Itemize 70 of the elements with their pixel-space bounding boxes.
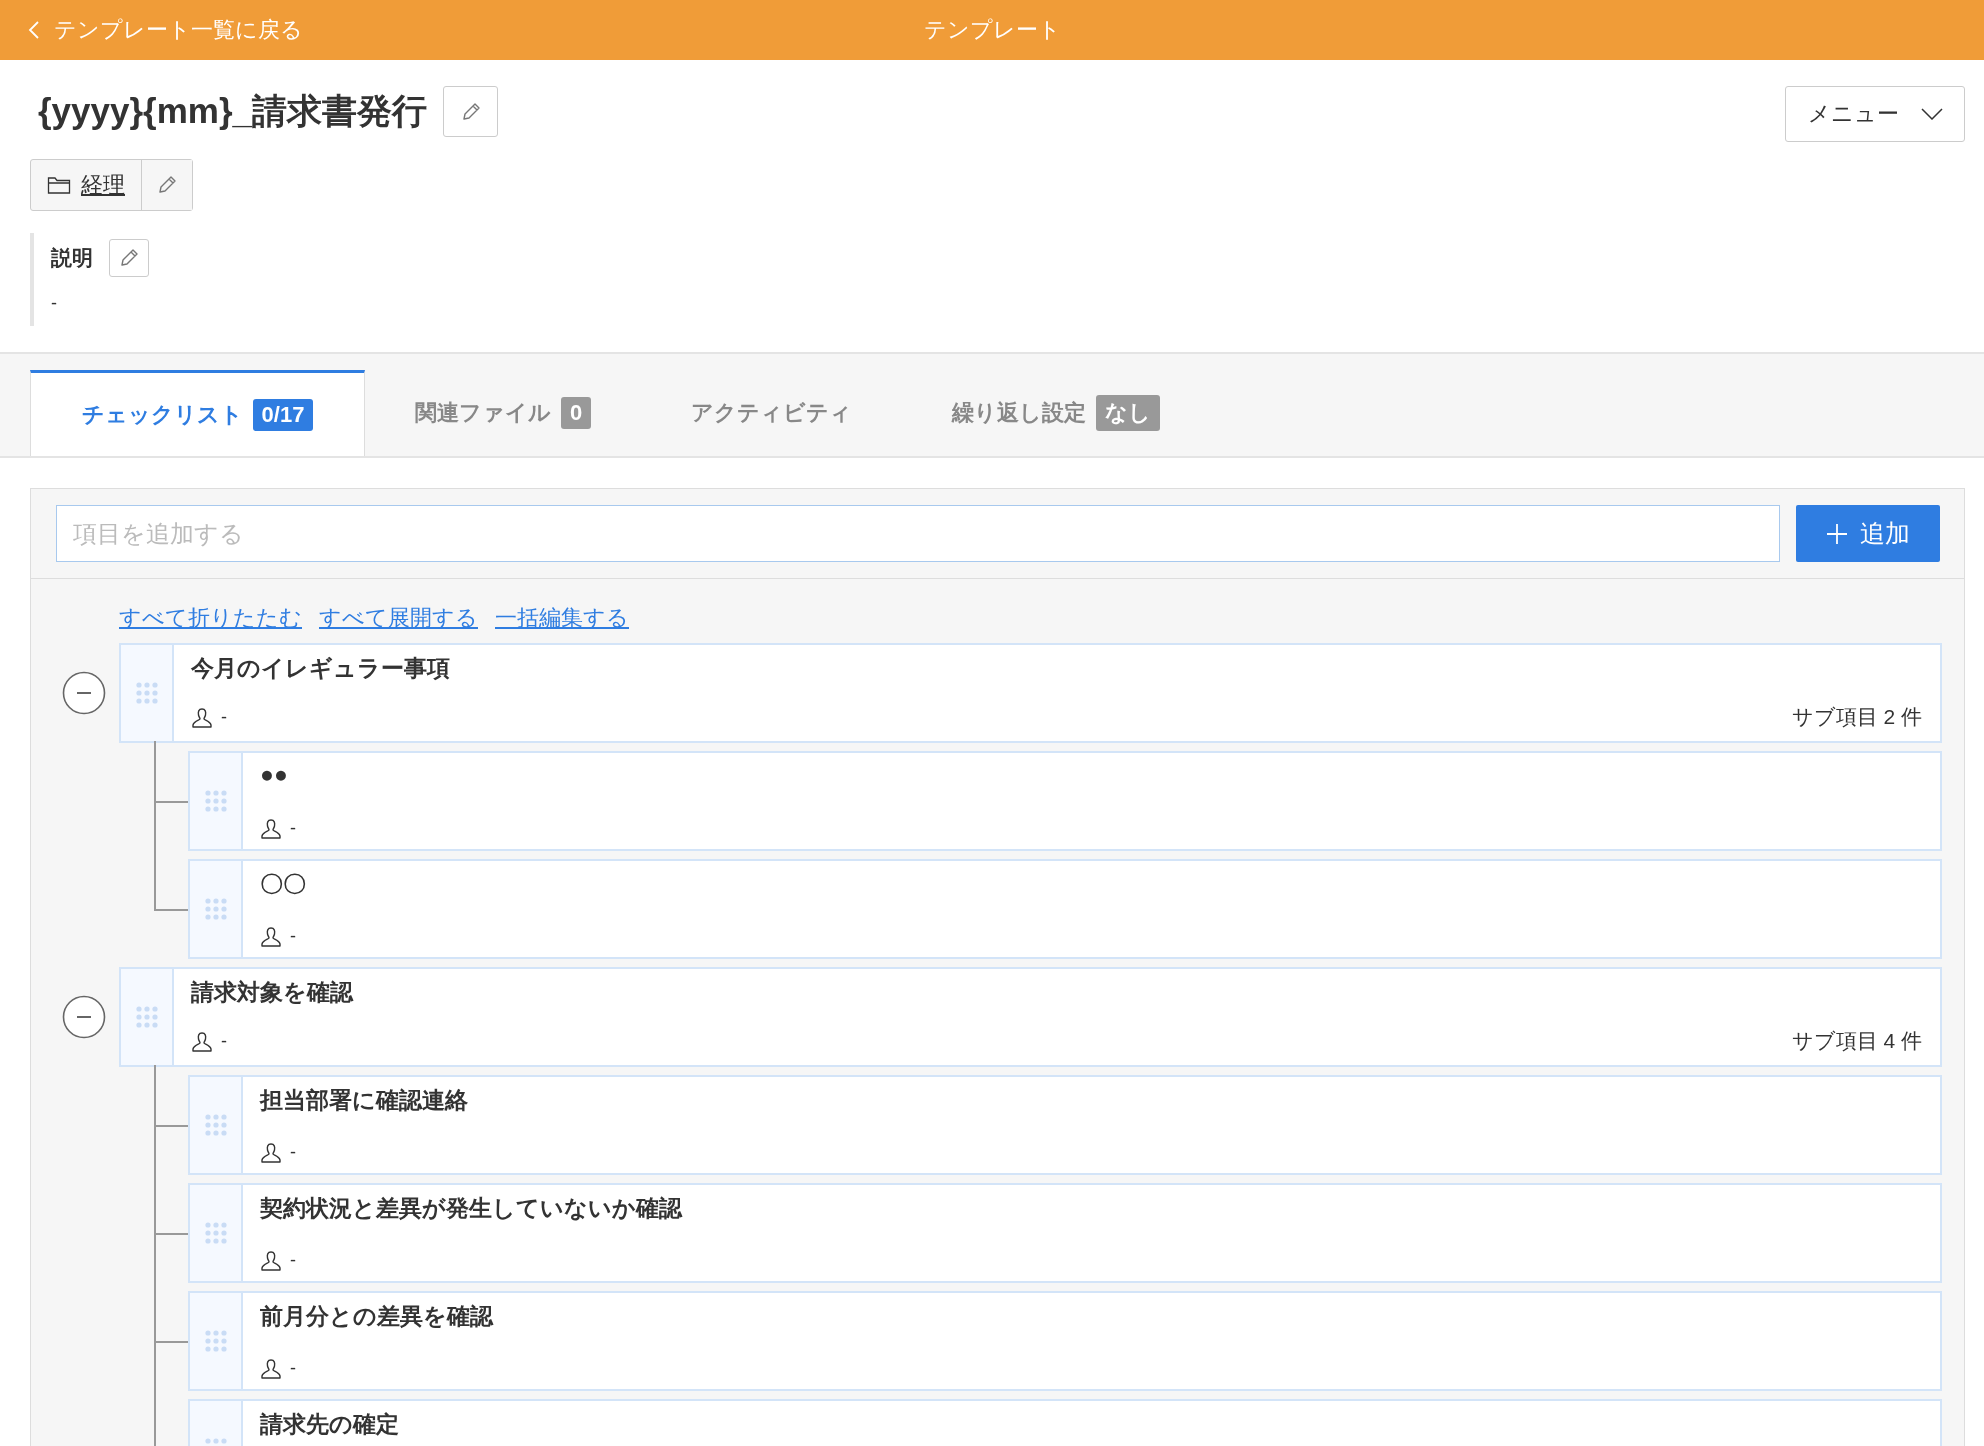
assignee-text: - bbox=[290, 1249, 296, 1271]
drag-handle[interactable] bbox=[190, 1077, 243, 1173]
plus-icon bbox=[1826, 522, 1848, 545]
item-title: 請求先の確定 bbox=[260, 1410, 399, 1439]
person-icon bbox=[260, 925, 282, 947]
drag-handle[interactable] bbox=[190, 1185, 243, 1281]
drag-handle[interactable] bbox=[121, 645, 174, 741]
description-label: 説明 bbox=[51, 245, 93, 271]
person-icon bbox=[260, 1357, 282, 1379]
checklist-item[interactable]: 前月分との差異を確認 - bbox=[188, 1291, 1942, 1391]
item-title: 担当部署に確認連絡 bbox=[260, 1086, 468, 1115]
drag-dots-icon bbox=[204, 1222, 227, 1244]
description-text: - bbox=[51, 293, 58, 314]
checklist-item[interactable]: 担当部署に確認連絡 - bbox=[188, 1075, 1942, 1175]
checklist-item[interactable]: 今月のイレギュラー事項 - サブ項目 2 件 bbox=[119, 643, 1942, 743]
action-link[interactable]: 一括編集する bbox=[495, 603, 629, 633]
add-item-field[interactable]: 項目を追加する bbox=[56, 505, 1780, 562]
assignee-text: - bbox=[290, 925, 296, 947]
drag-dots-icon bbox=[204, 898, 227, 920]
drag-dots-icon bbox=[204, 1330, 227, 1352]
edit-button[interactable] bbox=[109, 239, 149, 277]
pencil-icon bbox=[118, 247, 140, 269]
page-title: テンプレート bbox=[922, 16, 1062, 44]
person-icon bbox=[260, 817, 282, 839]
edit-button[interactable] bbox=[443, 86, 499, 137]
template-title: {yyyy}{mm}_請求書発行 bbox=[38, 90, 428, 132]
drag-dots-icon bbox=[204, 790, 227, 812]
item-title: 請求対象を確認 bbox=[191, 978, 353, 1007]
action-link[interactable]: すべて折りたたむ bbox=[119, 603, 302, 633]
subitem-count: サブ項目 2 件 bbox=[1791, 704, 1922, 730]
action-link[interactable]: すべて展開する bbox=[319, 603, 478, 633]
person-icon bbox=[260, 1141, 282, 1163]
drag-handle[interactable] bbox=[190, 1293, 243, 1389]
pencil-icon bbox=[156, 174, 178, 196]
person-icon bbox=[191, 1030, 213, 1052]
menu-button[interactable]: メニュー bbox=[1785, 86, 1965, 142]
item-title: 前月分との差異を確認 bbox=[260, 1302, 493, 1331]
chevron-down-icon bbox=[1920, 108, 1943, 120]
person-icon bbox=[260, 1249, 282, 1271]
collapse-icon[interactable] bbox=[62, 995, 106, 1039]
person-icon bbox=[191, 706, 213, 728]
item-title: 今月のイレギュラー事項 bbox=[191, 654, 450, 683]
assignee-text: - bbox=[221, 1030, 227, 1052]
assignee-text: - bbox=[290, 1141, 296, 1163]
tab[interactable]: チェックリスト 0/17 bbox=[30, 370, 365, 456]
subitem-count: サブ項目 4 件 bbox=[1791, 1028, 1922, 1054]
collapse-icon[interactable] bbox=[62, 671, 106, 715]
item-title: 〇〇 bbox=[260, 870, 306, 899]
item-title: ●● bbox=[260, 761, 288, 788]
drag-dots-icon bbox=[135, 1006, 158, 1028]
assignee-text: - bbox=[221, 706, 227, 728]
count-badge: 0/17 bbox=[252, 398, 314, 431]
drag-dots-icon bbox=[135, 682, 158, 704]
chevron-left-icon bbox=[28, 20, 40, 40]
add-button[interactable]: 追加 bbox=[1796, 505, 1940, 562]
drag-dots-icon bbox=[204, 1114, 227, 1136]
drag-handle[interactable] bbox=[190, 861, 243, 957]
drag-handle[interactable] bbox=[121, 969, 174, 1065]
checklist-item[interactable]: 請求対象を確認 - サブ項目 4 件 bbox=[119, 967, 1942, 1067]
assignee-text: - bbox=[290, 1357, 296, 1379]
checklist-item[interactable]: ●● - bbox=[188, 751, 1942, 851]
folder-icon bbox=[47, 175, 71, 195]
item-title: 契約状況と差異が発生していないか確認 bbox=[260, 1194, 682, 1223]
checklist-item[interactable]: 請求先の確定 bbox=[188, 1399, 1942, 1446]
checklist-item[interactable]: 契約状況と差異が発生していないか確認 - bbox=[188, 1183, 1942, 1283]
count-badge: 0 bbox=[561, 397, 592, 429]
drag-handle[interactable] bbox=[190, 753, 243, 849]
count-badge: なし bbox=[1096, 395, 1161, 431]
assignee-text: - bbox=[290, 817, 296, 839]
checklist-item[interactable]: 〇〇 - bbox=[188, 859, 1942, 959]
